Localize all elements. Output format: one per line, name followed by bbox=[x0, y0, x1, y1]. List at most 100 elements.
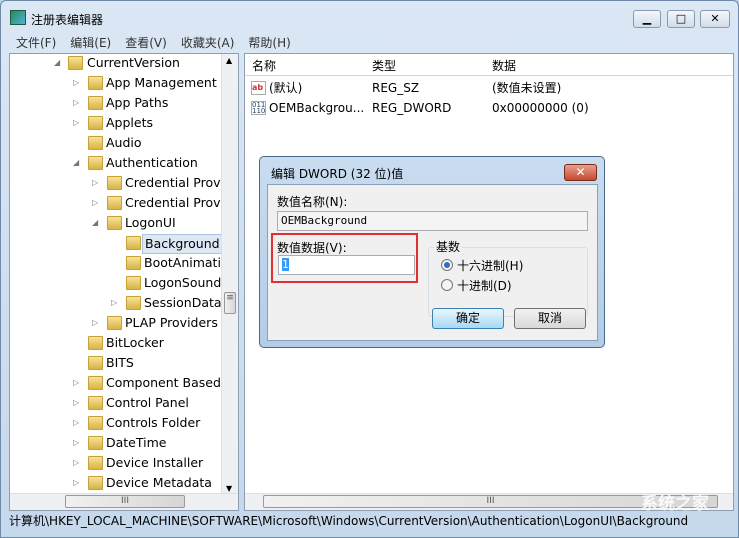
decimal-radio[interactable] bbox=[441, 279, 453, 291]
scroll-thumb[interactable]: ≡ bbox=[224, 292, 236, 314]
expand-arrow-icon[interactable]: ▷ bbox=[73, 94, 79, 112]
tree-item-label: LogonSoundP bbox=[144, 275, 229, 290]
hex-radio[interactable] bbox=[441, 259, 453, 271]
tree-item[interactable]: BITS bbox=[10, 354, 222, 372]
value-type: REG_SZ bbox=[372, 81, 420, 95]
tree-item-label: PLAP Providers bbox=[125, 315, 218, 330]
expand-arrow-icon[interactable]: ▷ bbox=[73, 114, 79, 132]
tree-item-label: SessionData bbox=[144, 295, 222, 310]
expand-arrow-icon[interactable]: ▷ bbox=[73, 374, 79, 392]
watermark: 系统之家 bbox=[641, 494, 709, 514]
key-tree[interactable]: ▷ Device Metadata ▷ Device Installer ▷ DateTi… bbox=[9, 53, 239, 511]
tree-horizontal-scrollbar[interactable]: III bbox=[10, 493, 238, 510]
dialog-title: 编辑 DWORD (32 位)值 bbox=[271, 167, 404, 181]
expand-arrow-icon[interactable]: ▷ bbox=[92, 194, 98, 212]
collapse-arrow-icon[interactable]: ◢ bbox=[73, 154, 79, 172]
expand-arrow-icon[interactable]: ▷ bbox=[92, 314, 98, 332]
tree-item-label: App Paths bbox=[106, 95, 169, 110]
list-row[interactable]: ab (默认) REG_SZ (数值未设置) bbox=[251, 78, 731, 98]
tree-item[interactable]: ◢ CurrentVersion bbox=[10, 54, 222, 72]
tree-item[interactable]: Background bbox=[10, 234, 223, 254]
value-data: (数值未设置) bbox=[492, 81, 562, 95]
tree-item-label: Component Based S bbox=[106, 375, 233, 390]
menu-favorites[interactable]: 收藏夹(A) bbox=[174, 31, 242, 51]
folder-icon bbox=[88, 436, 103, 450]
value-data-input[interactable]: 1 bbox=[278, 255, 415, 275]
expand-arrow-icon[interactable]: ▷ bbox=[92, 174, 98, 192]
tree-item[interactable]: LogonSoundP bbox=[10, 274, 229, 292]
tree-vertical-scrollbar[interactable]: ▲ ≡ ▼ bbox=[221, 54, 238, 495]
menu-help[interactable]: 帮助(H) bbox=[241, 31, 297, 51]
tree-item[interactable]: BootAnimatio bbox=[10, 254, 229, 272]
folder-icon bbox=[107, 196, 122, 210]
value-name: OEMBackgrou... bbox=[269, 101, 365, 115]
folder-icon bbox=[126, 296, 141, 310]
folder-icon bbox=[126, 236, 141, 250]
tree-item[interactable]: ◢ LogonUI bbox=[10, 214, 222, 232]
expand-arrow-icon[interactable]: ▷ bbox=[73, 454, 79, 472]
collapse-arrow-icon[interactable]: ◢ bbox=[54, 54, 60, 72]
column-data[interactable]: 数据 bbox=[492, 57, 516, 74]
tree-item[interactable]: ▷ Device Installer bbox=[10, 454, 222, 472]
tree-item[interactable]: ▷ App Management bbox=[10, 74, 222, 92]
tree-item[interactable]: ▷ Credential Provid bbox=[10, 194, 232, 212]
folder-icon bbox=[126, 256, 141, 270]
menu-file[interactable]: 文件(F) bbox=[9, 31, 63, 51]
tree-item-label: Credential Provid bbox=[125, 195, 232, 210]
value-data: 0x00000000 (0) bbox=[492, 101, 589, 115]
hex-label[interactable]: 十六进制(H) bbox=[457, 257, 523, 274]
expand-arrow-icon[interactable]: ▷ bbox=[111, 294, 117, 312]
menu-bar: 文件(F) 编辑(E) 查看(V) 收藏夹(A) 帮助(H) bbox=[9, 31, 298, 51]
tree-item[interactable]: ◢ Authentication bbox=[10, 154, 222, 172]
folder-icon bbox=[88, 136, 103, 150]
tree-item[interactable]: ▷ Component Based S bbox=[10, 374, 233, 392]
tree-item[interactable]: ▷ Controls Folder bbox=[10, 414, 222, 432]
value-name-field: OEMBackground bbox=[277, 211, 588, 231]
tree-item[interactable]: ▷ Applets bbox=[10, 114, 222, 132]
menu-edit[interactable]: 编辑(E) bbox=[63, 31, 118, 51]
folder-icon bbox=[88, 416, 103, 430]
tree-item[interactable]: BitLocker bbox=[10, 334, 222, 352]
expand-arrow-icon[interactable]: ▷ bbox=[73, 394, 79, 412]
scroll-up-icon[interactable]: ▲ bbox=[226, 56, 232, 65]
tree-item-label: Control Panel bbox=[106, 395, 189, 410]
maximize-button[interactable]: □ bbox=[667, 10, 695, 28]
expand-arrow-icon[interactable]: ▷ bbox=[73, 474, 79, 492]
tree-item[interactable]: ▷ SessionData bbox=[10, 294, 222, 312]
ok-button[interactable]: 确定 bbox=[432, 308, 504, 329]
tree-item-label: BITS bbox=[106, 355, 134, 370]
tree-item[interactable]: ▷ Device Metadata bbox=[10, 474, 222, 492]
tree-item[interactable]: ▷ Control Panel bbox=[10, 394, 222, 412]
column-type[interactable]: 类型 bbox=[372, 57, 396, 74]
tree-item[interactable]: ▷ PLAP Providers bbox=[10, 314, 222, 332]
column-name[interactable]: 名称 bbox=[252, 57, 276, 74]
cancel-button[interactable]: 取消 bbox=[514, 308, 586, 329]
tree-item-label: DateTime bbox=[106, 435, 167, 450]
expand-arrow-icon[interactable]: ▷ bbox=[73, 414, 79, 432]
tree-item[interactable]: ▷ Credential Provid bbox=[10, 174, 232, 192]
decimal-label[interactable]: 十进制(D) bbox=[457, 277, 512, 294]
close-button[interactable]: ✕ bbox=[700, 10, 730, 28]
value-name-label: 数值名称(N): bbox=[277, 195, 348, 209]
minimize-button[interactable]: ▁ bbox=[633, 10, 661, 28]
edit-dword-dialog: 编辑 DWORD (32 位)值 ✕ 数值名称(N): OEMBackgroun… bbox=[259, 156, 605, 348]
folder-icon bbox=[107, 176, 122, 190]
folder-icon bbox=[88, 96, 103, 110]
collapse-arrow-icon[interactable]: ◢ bbox=[92, 214, 98, 232]
folder-icon bbox=[88, 476, 103, 490]
value-data-label: 数值数据(V): bbox=[277, 241, 347, 255]
tree-item[interactable]: ▷ App Paths bbox=[10, 94, 222, 112]
list-row[interactable]: 011 110 OEMBackgrou... REG_DWORD 0x000000… bbox=[251, 98, 731, 118]
expand-arrow-icon[interactable]: ▷ bbox=[73, 74, 79, 92]
scroll-down-icon[interactable]: ▼ bbox=[226, 484, 232, 493]
string-value-icon: ab bbox=[251, 81, 266, 95]
folder-icon bbox=[88, 456, 103, 470]
tree-item-label: Applets bbox=[106, 115, 153, 130]
expand-arrow-icon[interactable]: ▷ bbox=[73, 434, 79, 452]
tree-item[interactable]: Audio bbox=[10, 134, 222, 152]
menu-view[interactable]: 查看(V) bbox=[118, 31, 174, 51]
value-type: REG_DWORD bbox=[372, 101, 452, 115]
tree-item[interactable]: ▷ DateTime bbox=[10, 434, 222, 452]
dialog-close-button[interactable]: ✕ bbox=[564, 164, 597, 181]
scroll-thumb[interactable]: III bbox=[65, 495, 185, 508]
